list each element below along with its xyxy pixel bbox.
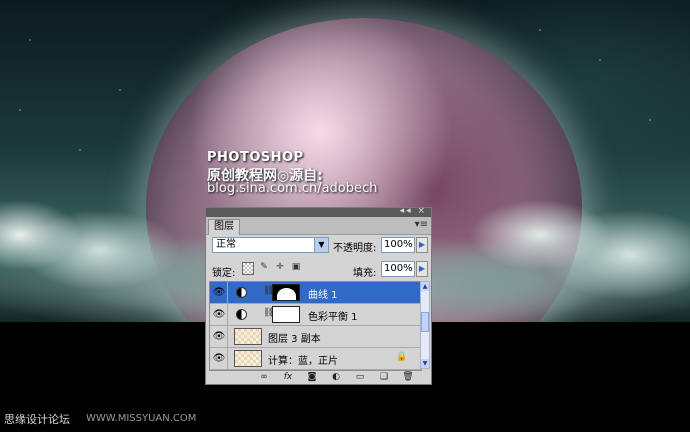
blend-mode-value: 正常 <box>216 239 236 250</box>
scroll-up-icon[interactable]: ▲ <box>421 282 429 291</box>
blend-mode-select[interactable]: 正常 ▼ <box>212 237 329 253</box>
delete-layer-icon[interactable]: 🗑 <box>402 371 414 383</box>
new-layer-icon[interactable]: ❑ <box>378 371 390 383</box>
tab-layers[interactable]: 图层 <box>208 219 240 235</box>
lock-pixels-icon[interactable]: ✎ <box>259 262 269 273</box>
panel-footer: ∞ fx ◙ ◐ ▭ ❑ 🗑 <box>206 370 431 384</box>
scroll-down-icon[interactable]: ▼ <box>421 359 429 368</box>
opacity-label: 不透明度: <box>333 243 377 254</box>
fill-slider-button[interactable]: ▶ <box>416 261 428 277</box>
add-mask-icon[interactable]: ◙ <box>306 371 318 383</box>
layer-row[interactable]: 👁 计算：蓝，正片 🔒 <box>210 348 421 370</box>
forum-watermark: 思缘设计论坛 <box>4 413 70 426</box>
forum-url-watermark: WWW.MISSYUAN.COM <box>86 413 197 424</box>
opacity-input[interactable]: 100% <box>381 237 415 253</box>
layer-thumbnail[interactable] <box>234 350 262 367</box>
fill-label: 填充: <box>353 268 377 279</box>
new-group-icon[interactable]: ▭ <box>354 371 366 383</box>
layers-list: 👁 ⛓ 曲线 1 👁 ⛓ 色彩平衡 1 👁 图层 3 副本 👁 计算：蓝，正片 … <box>209 281 422 371</box>
fill-input[interactable]: 100% <box>381 261 415 277</box>
panel-tab-row: 图层 ▾≡ <box>206 217 431 235</box>
layer-row[interactable]: 👁 ⛓ 曲线 1 <box>210 282 421 304</box>
panel-menu-icon[interactable]: ▾≡ <box>415 219 428 230</box>
eye-icon[interactable]: 👁 <box>211 326 228 347</box>
layer-row[interactable]: 👁 图层 3 副本 <box>210 326 421 348</box>
eye-icon[interactable]: 👁 <box>211 304 228 325</box>
layer-name: 色彩平衡 1 <box>308 312 358 323</box>
lock-icon: 🔒 <box>396 352 408 362</box>
adjustment-layer-icon <box>236 287 247 298</box>
layer-mask-thumbnail[interactable] <box>272 284 300 301</box>
layer-thumbnail[interactable] <box>234 328 262 345</box>
layer-name: 曲线 1 <box>308 290 338 301</box>
new-adjustment-icon[interactable]: ◐ <box>330 371 342 383</box>
eye-icon[interactable]: 👁 <box>211 348 228 369</box>
eye-icon[interactable]: 👁 <box>211 282 228 303</box>
layers-scrollbar[interactable]: ▲ ▼ <box>420 281 430 369</box>
collapse-close-icons[interactable]: ◂◂ × <box>400 206 427 216</box>
scroll-thumb[interactable] <box>421 312 429 332</box>
lock-position-icon[interactable]: ✛ <box>275 262 285 273</box>
layer-style-icon[interactable]: fx <box>282 371 294 383</box>
opacity-slider-button[interactable]: ▶ <box>416 237 428 253</box>
layer-mask-thumbnail[interactable] <box>272 306 300 323</box>
layer-row[interactable]: 👁 ⛓ 色彩平衡 1 <box>210 304 421 326</box>
lock-label: 锁定: <box>212 268 236 279</box>
link-layers-icon[interactable]: ∞ <box>258 371 270 383</box>
layers-panel: ◂◂ × 图层 ▾≡ 正常 ▼ 不透明度: 100% ▶ 锁定: ✎ ✛ ▣ 填… <box>205 206 432 385</box>
lock-all-icon[interactable]: ▣ <box>291 262 301 273</box>
panel-titlebar[interactable]: ◂◂ × <box>206 206 431 217</box>
chevron-down-icon[interactable]: ▼ <box>314 238 328 252</box>
adjustment-layer-icon <box>236 309 247 320</box>
lock-transparency-icon[interactable] <box>242 262 254 275</box>
watermark-url: blog.sina.com.cn/adobech <box>207 181 378 196</box>
watermark-brand: PHOTOSHOP <box>207 150 304 165</box>
layer-name: 计算：蓝，正片 <box>268 356 338 367</box>
layer-name: 图层 3 副本 <box>268 334 321 345</box>
